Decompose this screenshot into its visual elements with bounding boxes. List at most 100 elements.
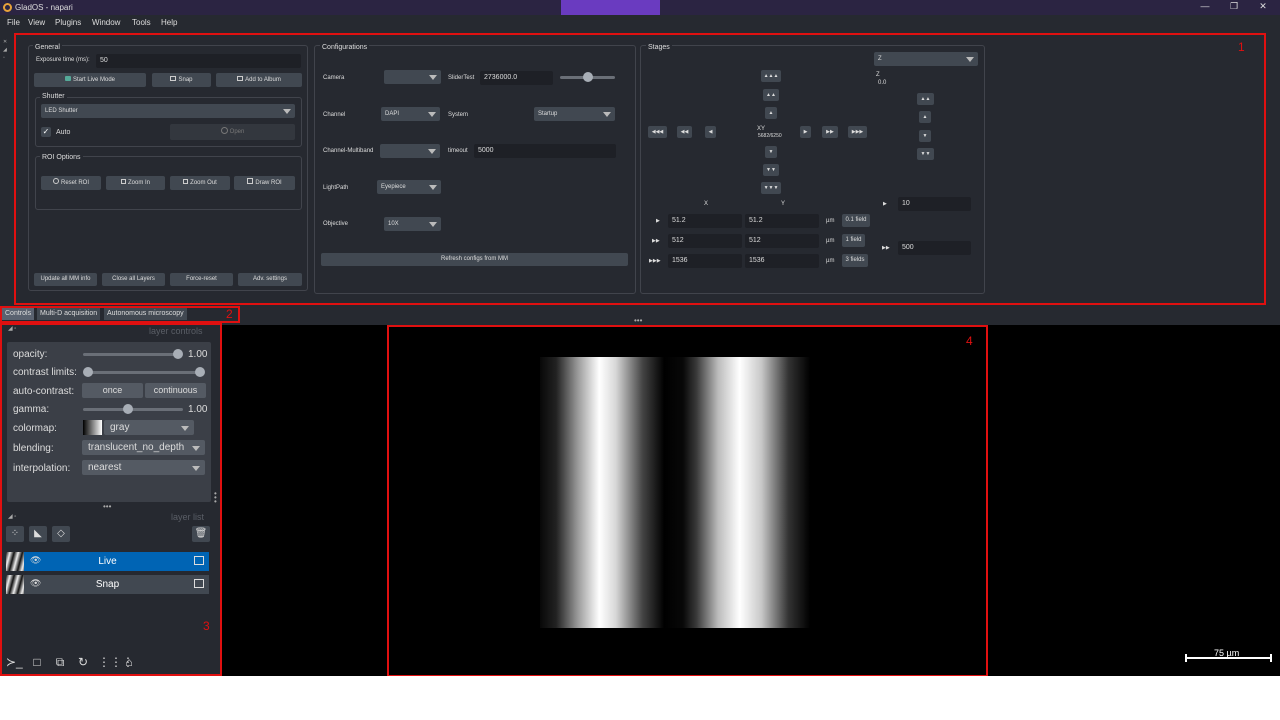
maximize-button[interactable]: ❐ [1227,1,1241,12]
multiband-select[interactable] [380,144,440,158]
refresh-configs-button[interactable]: Refresh configs from MM [321,253,628,266]
new-points-layer-icon[interactable]: ⁘ [6,526,24,542]
ndisplay-2d-icon[interactable]: □ [29,655,45,671]
xy-down3-button[interactable]: ▼▼▼ [761,182,781,194]
auto-contrast-once-button[interactable]: once [82,383,143,398]
live-icon [64,76,71,81]
xy-down2-button[interactable]: ▼▼ [763,164,779,176]
update-mm-button[interactable]: Update all MM info [34,273,97,286]
snap-button[interactable]: Snap [152,73,211,87]
slidertest-slider-knob[interactable] [582,72,593,82]
splitter-handle[interactable]: ••• [634,316,642,325]
layer-row-snap[interactable]: 👁 Snap [6,575,209,594]
new-shapes-layer-icon[interactable]: ◣ [29,526,47,542]
tab-multi-d-acquisition[interactable]: Multi-D acquisition [37,308,101,320]
z-step-2-input[interactable]: 500 [898,241,971,255]
z-up2-button[interactable]: ▲▲ [917,93,934,105]
camera-select[interactable] [384,70,441,84]
z-down1-button[interactable]: ▼ [919,130,931,142]
z-step-2-arrow: ▶▶ [882,245,890,251]
adv-settings-button[interactable]: Adv. settings [238,273,302,286]
blending-select[interactable]: translucent_no_depth [82,440,205,455]
z-step-1-input[interactable]: 10 [898,197,971,211]
contrast-min-knob[interactable] [83,367,93,377]
channel-select[interactable]: DAPI [381,107,440,121]
new-labels-layer-icon[interactable]: ◇ [52,526,70,542]
step-row-2-y[interactable]: 512 [745,234,819,248]
lightpath-select[interactable]: Eyepiece [377,180,441,194]
step-row-1-field-button[interactable]: 0.1 field [842,214,870,227]
step-row-1-x[interactable]: 51.2 [668,214,742,228]
step-row-3-field-button[interactable]: 3 fields [842,254,868,267]
tab-controls[interactable]: Controls [2,308,35,320]
objective-select[interactable]: 10X [384,217,441,231]
xy-value: 5682/6250 [758,133,782,139]
layer-controls-float-icon[interactable]: ◢ ▫ [8,325,16,332]
minimize-button[interactable]: — [1198,1,1212,11]
z-down2-button[interactable]: ▼▼ [917,148,934,160]
panel-splitter-handle[interactable]: ••• [103,502,111,511]
auto-contrast-continuous-button[interactable]: continuous [145,383,206,398]
shutter-select[interactable]: LED Shutter [41,104,295,118]
menu-help[interactable]: Help [161,18,177,27]
force-reset-button[interactable]: Force-reset [170,273,233,286]
xy-right2-button[interactable]: ▶▶ [822,126,838,138]
delete-layer-icon[interactable]: 🗑 [192,526,210,542]
console-icon[interactable]: ≻_ [6,655,23,671]
step-row-1-y[interactable]: 51.2 [745,214,819,228]
menu-view[interactable]: View [28,18,45,27]
grid-view-icon[interactable]: ⋮⋮⋮ [98,655,134,671]
layer-list-float-icon[interactable]: ◢ ▫ [8,513,16,520]
step-row-3-x[interactable]: 1536 [668,254,742,268]
roll-dims-icon[interactable]: ⧉ [52,655,68,671]
close-button[interactable]: ✕ [1256,1,1270,12]
gamma-slider[interactable] [83,408,183,411]
dock-handle-icons[interactable]: ✕ ◢ ▫ [3,38,11,62]
zoom-in-button[interactable]: Zoom In [106,176,165,190]
draw-roi-button[interactable]: Draw ROI [234,176,295,190]
step-row-2-field-button[interactable]: 1 field [842,234,865,247]
xy-down1-button[interactable]: ▼ [765,146,777,158]
colormap-select[interactable]: gray [104,420,194,435]
z-up1-button[interactable]: ▲ [919,111,931,123]
xy-left1-button[interactable]: ◀ [705,126,716,138]
opacity-slider[interactable] [83,353,178,356]
menu-tools[interactable]: Tools [132,18,151,27]
step-row-3-y[interactable]: 1536 [745,254,819,268]
transpose-icon[interactable]: ↻ [75,655,91,671]
menu-file[interactable]: File [7,18,20,27]
xy-left3-button[interactable]: ◀◀◀ [648,126,667,138]
contrast-limits-slider[interactable] [88,371,200,374]
xy-right3-button[interactable]: ▶▶▶ [848,126,867,138]
xy-up2-button[interactable]: ▲▲ [763,89,779,101]
panel-resize-handle[interactable]: • • • [214,490,217,506]
add-to-album-button[interactable]: Add to Album [216,73,302,87]
start-live-label: Start Live Mode [72,77,116,83]
xy-up1-button[interactable]: ▲ [765,107,777,119]
step-row-2-x[interactable]: 512 [668,234,742,248]
zoom-out-button[interactable]: Zoom Out [170,176,230,190]
layer-row-live[interactable]: 👁 Live [6,552,209,571]
auto-checkbox[interactable]: ✓ [41,127,51,137]
menu-plugins[interactable]: Plugins [55,18,81,27]
z-stage-select[interactable]: Z [874,52,978,66]
home-icon[interactable]: ⌂ [121,655,137,671]
gamma-slider-knob[interactable] [123,404,133,414]
slidertest-input[interactable]: 2736000.0 [480,71,553,85]
opacity-slider-knob[interactable] [173,349,183,359]
system-select[interactable]: Startup [534,107,615,121]
menu-window[interactable]: Window [92,18,120,27]
xy-right1-button[interactable]: ▶ [800,126,811,138]
y-header: Y [781,201,786,207]
contrast-max-knob[interactable] [195,367,205,377]
reset-roi-button[interactable]: Reset ROI [41,176,101,190]
close-layers-button[interactable]: Close all Layers [102,273,165,286]
timeout-input[interactable]: 5000 [474,144,616,158]
tab-autonomous-microscopy[interactable]: Autonomous microscopy [104,308,187,320]
open-shutter-button[interactable]: Open [170,124,295,140]
start-live-button[interactable]: Start Live Mode [34,73,146,87]
xy-left2-button[interactable]: ◀◀ [677,126,692,138]
exposure-input[interactable]: 50 [96,54,301,68]
interpolation-select[interactable]: nearest [82,460,205,475]
xy-up3-button[interactable]: ▲▲▲ [761,70,781,82]
